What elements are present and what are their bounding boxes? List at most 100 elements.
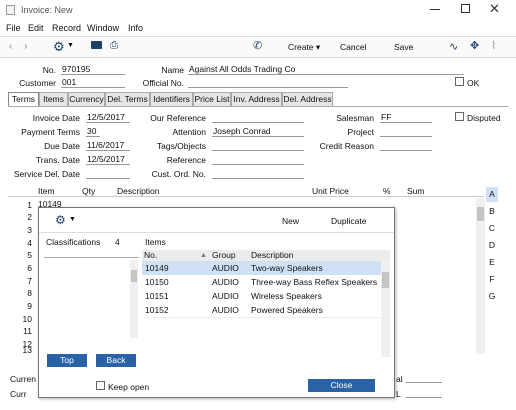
menu-file[interactable]: File (6, 23, 21, 33)
forward-arrow-icon[interactable]: › (24, 41, 27, 52)
popup-chevron-down-icon[interactable]: ▼ (69, 216, 76, 223)
save-button[interactable]: Save (394, 42, 413, 52)
print-icon[interactable] (91, 41, 102, 49)
tab-identifiers[interactable]: Identifiers (150, 92, 193, 106)
create-button[interactable]: Create ▾ (288, 42, 320, 53)
top-button[interactable]: Top (47, 354, 87, 367)
side-tab-f[interactable]: F (486, 272, 498, 287)
side-tab-c[interactable]: C (486, 221, 498, 236)
total-label-partial-2: L (396, 389, 401, 399)
customer-label: Customer (19, 78, 56, 88)
our-reference-label: Our Reference (150, 113, 206, 123)
tab-inv-address[interactable]: Inv. Address (231, 92, 282, 106)
side-tab-e[interactable]: E (486, 255, 498, 270)
classifications-scroll-thumb[interactable] (131, 270, 137, 282)
salesman-label: Salesman (336, 113, 374, 123)
print-preview-icon[interactable]: ⎙ (110, 40, 118, 51)
items-col-description-header[interactable]: Description (249, 250, 390, 261)
items-col-no-header[interactable]: No. ▲ (142, 250, 210, 261)
sort-arrow-icon: ▲ (200, 252, 207, 259)
chevron-down-icon[interactable]: ▼ (67, 42, 74, 49)
no-field[interactable]: 970195 (61, 64, 125, 75)
menu-edit[interactable]: Edit (28, 23, 44, 33)
name-field[interactable]: Against All Odds Trading Co (188, 64, 464, 75)
col-item-header: Item (38, 186, 55, 196)
due-date-field[interactable]: 11/6/2017 (86, 140, 130, 151)
no-label: No. (42, 65, 56, 75)
trans-date-field[interactable]: 12/5/2017 (86, 154, 130, 165)
popup-new-button[interactable]: New (282, 216, 299, 226)
close-icon[interactable]: ✕ (489, 1, 500, 17)
items-scroll-thumb[interactable] (382, 272, 389, 288)
project-label: Project (347, 127, 374, 137)
tab-terms[interactable]: Terms (8, 92, 39, 107)
side-tab-d[interactable]: D (486, 238, 498, 253)
row-number: 7 (27, 276, 32, 286)
tab-divider (8, 106, 508, 107)
keep-open-checkbox[interactable] (96, 381, 105, 390)
our-reference-field[interactable] (212, 112, 304, 123)
row-number: 3 (27, 225, 32, 235)
tab-price-list[interactable]: Price List (193, 92, 231, 106)
side-tab-a[interactable]: A (486, 187, 498, 202)
menu-info[interactable]: Info (128, 23, 143, 33)
back-arrow-icon[interactable]: ‹ (9, 41, 12, 52)
name-label: Name (161, 65, 184, 75)
service-del-date-field[interactable] (86, 168, 130, 179)
attachment-icon[interactable]: ⌇ (491, 39, 496, 52)
reference-field[interactable] (212, 154, 304, 165)
close-button[interactable]: Close (308, 379, 375, 392)
keep-open-label: Keep open (108, 382, 150, 392)
phone-icon[interactable]: ✆ (253, 39, 262, 52)
grid-scrollbar[interactable] (476, 198, 485, 354)
list-item[interactable]: 10152 AUDIO Powered Speakers (142, 303, 390, 317)
menu-record[interactable]: Record (52, 23, 81, 33)
customer-field[interactable]: 001 (61, 77, 125, 88)
salesman-field[interactable]: FF (380, 112, 432, 123)
items-col-group-header[interactable]: Group (210, 250, 249, 261)
due-date-label: Due Date (44, 141, 80, 151)
tags-objects-field[interactable] (212, 140, 304, 151)
minimize-icon[interactable] (430, 9, 440, 10)
back-button[interactable]: Back (96, 354, 136, 367)
classifications-label: Classifications (46, 237, 101, 247)
list-item[interactable]: 10149 AUDIO Two-way Speakers (142, 261, 390, 275)
popup-gear-icon[interactable]: ⚙ (55, 213, 66, 227)
menu-window[interactable]: Window (87, 23, 119, 33)
tab-currency[interactable]: Currency (68, 92, 105, 106)
credit-reason-field[interactable] (380, 140, 432, 151)
credit-reason-label: Credit Reason (319, 141, 374, 151)
ok-checkbox[interactable] (455, 77, 464, 86)
attention-label: Attention (172, 127, 206, 137)
tab-bar: Terms Items Currency Del. Terms Identifi… (8, 92, 508, 107)
expand-icon[interactable]: ✥ (470, 39, 479, 52)
list-item[interactable]: 10151 AUDIO Wireless Speakers (142, 289, 390, 303)
disputed-checkbox[interactable] (455, 112, 464, 121)
col-unit-price-header: Unit Price (312, 186, 349, 196)
grid-scroll-thumb[interactable] (477, 207, 484, 221)
row-number: 5 (27, 250, 32, 260)
maximize-icon[interactable] (461, 4, 470, 13)
project-field[interactable] (380, 126, 432, 137)
popup-toolbar-divider (39, 232, 394, 233)
row-number: 10 (22, 314, 32, 324)
side-tab-b[interactable]: B (486, 204, 498, 219)
official-no-field[interactable] (188, 77, 348, 88)
side-tab-g[interactable]: G (486, 289, 498, 304)
list-item[interactable]: 10150 AUDIO Three-way Bass Reflex Speake… (142, 275, 390, 289)
activity-icon[interactable]: ∿ (449, 40, 458, 53)
cancel-button[interactable]: Cancel (340, 42, 366, 52)
bottom-field-2 (406, 397, 442, 398)
tab-items[interactable]: Items (39, 92, 68, 106)
attention-field[interactable]: Joseph Conrad (212, 126, 304, 137)
cust-ord-no-field[interactable] (212, 168, 304, 179)
tab-del-terms[interactable]: Del. Terms (105, 92, 150, 106)
popup-duplicate-button[interactable]: Duplicate (331, 216, 366, 226)
row-number: 13 (22, 345, 32, 355)
invoice-date-field[interactable]: 12/5/2017 (86, 112, 130, 123)
classifications-list[interactable] (44, 257, 139, 337)
tab-del-address[interactable]: Del. Address (282, 92, 333, 106)
payment-terms-field[interactable]: 30 (86, 126, 100, 137)
gear-icon[interactable]: ⚙ (53, 39, 65, 55)
invoice-date-label: Invoice Date (32, 113, 80, 123)
